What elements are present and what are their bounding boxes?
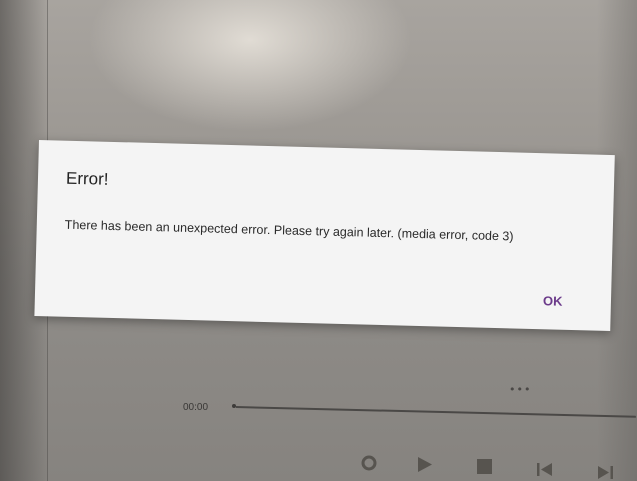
play-icon[interactable] xyxy=(417,456,433,473)
skip-previous-icon[interactable] xyxy=(536,462,554,477)
more-horizontal-icon[interactable]: ••• xyxy=(509,384,531,395)
ok-button[interactable]: OK xyxy=(543,293,563,309)
dialog-title: Error! xyxy=(65,168,109,189)
current-time: 00:00 xyxy=(183,402,209,413)
stop-icon[interactable] xyxy=(477,459,492,474)
dialog-message: There has been an unexpected error. Plea… xyxy=(64,217,514,244)
skip-next-icon[interactable] xyxy=(596,465,614,480)
record-icon[interactable] xyxy=(361,455,377,471)
error-dialog: Error! There has been an unexpected erro… xyxy=(34,140,615,332)
